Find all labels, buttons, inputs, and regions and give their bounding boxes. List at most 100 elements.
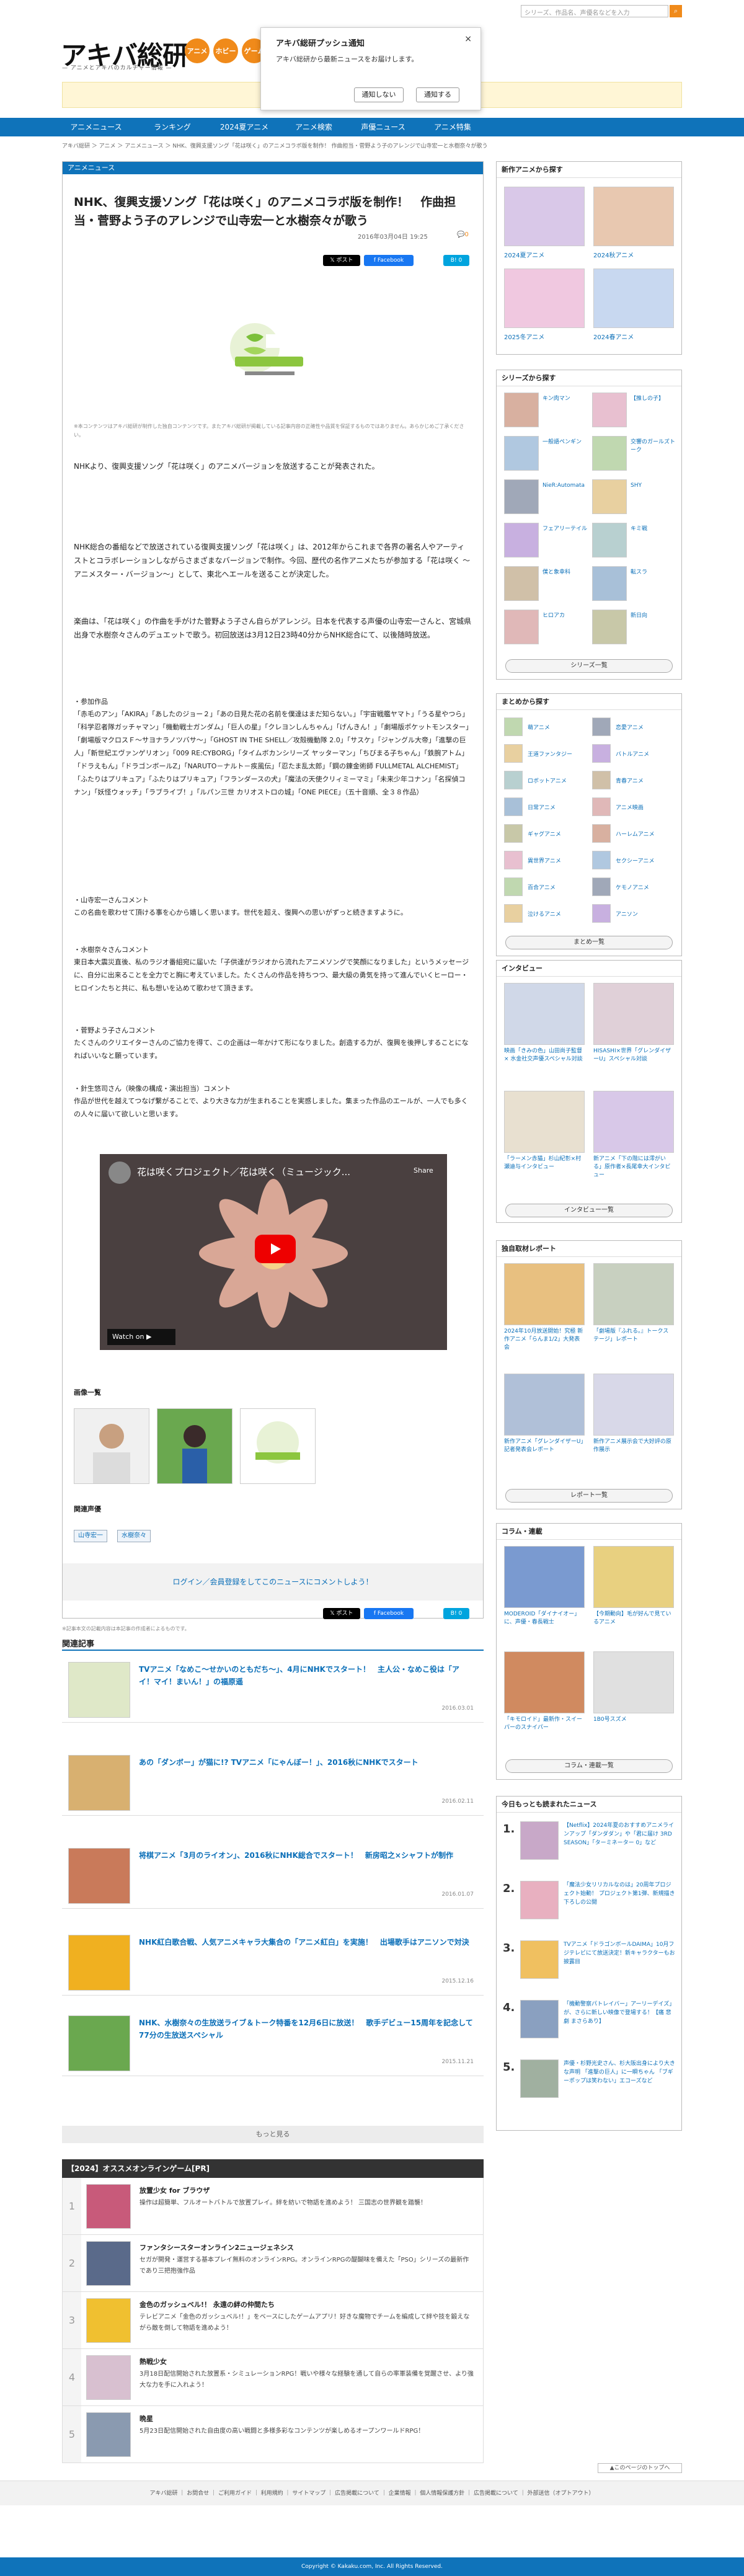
series-link[interactable]: 新日向 — [631, 612, 675, 620]
ranking-title[interactable]: 【Netflix】2024年夏のおすすめアニメラインアップ「ダンダダン」や「君に… — [564, 1821, 675, 1847]
series-link[interactable]: 転スラ — [631, 569, 675, 577]
ranking-title[interactable]: 「魔法少女リリカルなのは」20周年プロジェクト始動！ プロジェクト第1弾、新規描… — [564, 1881, 675, 1907]
post-share-button[interactable]: 𝕏 ポスト — [323, 1608, 360, 1619]
interview-thumb[interactable] — [593, 983, 674, 1045]
series-thumb[interactable] — [504, 479, 539, 514]
gallery-image[interactable] — [157, 1408, 232, 1484]
report-list-button[interactable]: レポート一覧 — [505, 1489, 673, 1503]
related-article[interactable]: TVアニメ「なめこ～せかいのともだち～」、4月にNHKでスタート！ 主人公・なめ… — [62, 1656, 484, 1723]
game-title[interactable]: 金色のガッシュベル!！ 永遠の絆の仲間たち — [140, 2299, 275, 2309]
related-title[interactable]: NHK、水樹奈々の生放送ライブ＆トーク特番を12月6日に放送！ 歌手デビュー15… — [139, 2017, 474, 2041]
video-title[interactable]: 花は咲くプロジェクト／花は咲く（ミュージック... — [137, 1165, 350, 1178]
season-link[interactable]: 2024春アニメ — [593, 332, 634, 341]
matome-link[interactable]: 百合アニメ — [528, 883, 556, 891]
season-thumb[interactable] — [504, 269, 585, 328]
play-icon[interactable] — [255, 1235, 296, 1263]
related-article[interactable]: あの「ダンボー」が猫に!? TVアニメ「にゃんぼー！」、2016秋にNHKでスタ… — [62, 1749, 484, 1816]
related-title[interactable]: NHK紅白歌合戦、人気アニメキャラ大集合の「アニメ紅白」を実施！ 出場歌手はアニ… — [139, 1936, 474, 1948]
column-thumb[interactable] — [504, 1546, 585, 1608]
column-thumb[interactable] — [504, 1651, 585, 1713]
series-link[interactable]: キン肉マン — [542, 395, 587, 403]
series-link[interactable]: SHY — [631, 482, 675, 490]
matome-link[interactable]: ロボットアニメ — [528, 776, 567, 784]
series-thumb[interactable] — [504, 393, 539, 427]
interview-link[interactable]: 「ラーメン赤猫」杉山紀彰×村瀬迪与インタビュー — [504, 1155, 585, 1171]
page-top-button[interactable]: ▲このページのトップへ — [598, 2463, 682, 2473]
search-input[interactable]: シリーズ、作品名、声優名などを入力 — [521, 5, 668, 17]
more-related-button[interactable]: もっと見る — [62, 2126, 484, 2143]
series-link[interactable]: 僕と象幸科 — [542, 569, 587, 577]
column-link[interactable]: 1B0号スズメ — [593, 1716, 674, 1724]
game-title[interactable]: 放置少女 for ブラウザ — [140, 2185, 210, 2195]
game-title[interactable]: 熱戦少女 — [140, 2356, 167, 2366]
game-item[interactable]: 5 晩星 5月23日配信開始された自由度の高い戦闘と多様多彩なコンテンツが楽しめるオ… — [62, 2406, 484, 2463]
voice-actor-tag[interactable]: 山寺宏一 — [74, 1530, 107, 1542]
series-link[interactable]: 一般語ペンギン — [542, 438, 587, 446]
game-item[interactable]: 2 ファンタシースターオンライン2ニュージェネシス セガが開発・運営する基本プレイ無… — [62, 2235, 484, 2292]
voice-actor-tag[interactable]: 水樹奈々 — [117, 1530, 151, 1542]
allow-notification-button[interactable]: 通知する — [416, 87, 459, 102]
ranking-item[interactable]: 2. 「魔法少女リリカルなのは」20周年プロジェクト始動！ プロジェクト第1弾、新… — [503, 1881, 676, 1930]
column-link[interactable]: MODEROID「ダイナイオー」に、声優・春長戦士 — [504, 1610, 585, 1627]
matome-link[interactable]: 青春アニメ — [616, 776, 644, 784]
season-link[interactable]: 2024秋アニメ — [593, 250, 634, 259]
column-link[interactable]: 「キモロイド」最新作・スイーパーのスナイパー — [504, 1716, 585, 1732]
hatena-bookmark-button[interactable]: B! 0 — [443, 1608, 469, 1619]
related-article[interactable]: NHK、水樹奈々の生放送ライブ＆トーク特番を12月6日に放送！ 歌手デビュー15… — [62, 2009, 484, 2076]
hatena-bookmark-button[interactable]: B! 0 — [443, 255, 469, 266]
nav-ranking[interactable]: ランキング — [145, 118, 200, 136]
matome-link[interactable]: ギャグアニメ — [528, 830, 561, 838]
related-article[interactable]: NHK紅白歌合戦、人気アニメキャラ大集合の「アニメ紅白」を実施！ 出場歌手はアニ… — [62, 1929, 484, 1996]
interview-link[interactable]: 映画「きみの色」山田尚子監督 × 水金社交声優スペシャル対談 — [504, 1047, 585, 1064]
series-link[interactable]: キミ戦 — [631, 525, 675, 533]
post-share-button[interactable]: 𝕏 ポスト — [323, 255, 360, 266]
related-title[interactable]: あの「ダンボー」が猫に!? TVアニメ「にゃんぼー！」、2016秋にNHKでスタ… — [139, 1756, 474, 1769]
ranking-title[interactable]: 「機動警察パトレイバー」アーリーデイズ」が、さらに新しい映像で登場する！【痛 悲… — [564, 2000, 675, 2026]
interview-thumb[interactable] — [504, 1091, 585, 1153]
matome-link[interactable]: セクシーアニメ — [616, 856, 654, 864]
series-thumb[interactable] — [504, 436, 539, 471]
season-link[interactable]: 2025冬アニメ — [504, 332, 544, 341]
matome-link[interactable]: ハーレムアニメ — [616, 830, 655, 838]
matome-link[interactable]: アニメ映画 — [616, 803, 644, 811]
interview-list-button[interactable]: インタビュー一覧 — [505, 1204, 673, 1217]
close-icon[interactable]: × — [464, 34, 472, 44]
ranking-title[interactable]: TVアニメ「ドラゴンボールDAIMA」10月フジテレビにて放送決定！新キャラクタ… — [564, 1940, 675, 1966]
series-thumb[interactable] — [504, 523, 539, 557]
deny-notification-button[interactable]: 通知しない — [354, 87, 404, 102]
footer-links[interactable]: アキバ総研 ｜ お問合せ ｜ ご利用ガイド ｜ 利用規約 ｜ サイトマップ ｜ … — [0, 2481, 744, 2505]
series-link[interactable]: 交響のガールズトーク — [631, 438, 675, 455]
related-article[interactable]: 将棋アニメ「3月のライオン」、2016秋にNHK総合でスタート！ 新房昭之×シャ… — [62, 1842, 484, 1909]
matome-link[interactable]: 泣けるアニメ — [528, 910, 561, 918]
interview-thumb[interactable] — [593, 1091, 674, 1153]
video-share-button[interactable]: Share — [414, 1166, 433, 1175]
article-thumbnail[interactable] — [223, 312, 316, 393]
series-link[interactable]: ヒロアカ — [542, 612, 587, 620]
season-thumb[interactable] — [593, 269, 674, 328]
season-thumb[interactable] — [593, 187, 674, 246]
series-thumb[interactable] — [592, 436, 627, 471]
matome-link[interactable]: 恋愛アニメ — [616, 723, 644, 731]
matome-link[interactable]: ケモノアニメ — [616, 883, 649, 891]
related-title[interactable]: 将棋アニメ「3月のライオン」、2016秋にNHK総合でスタート！ 新房昭之×シャ… — [139, 1849, 474, 1862]
report-link[interactable]: 「劇場版『ふれる。』トークステージ」レポート — [593, 1328, 674, 1344]
ranking-item[interactable]: 4. 「機動警察パトレイバー」アーリーデイズ」が、さらに新しい映像で登場する！【痛… — [503, 2000, 676, 2050]
matome-link[interactable]: アニソン — [616, 910, 638, 918]
gallery-image[interactable] — [240, 1408, 316, 1484]
facebook-share-button[interactable]: f Facebook — [364, 255, 414, 266]
matome-link[interactable]: 王道ファンタジー — [528, 750, 572, 758]
youtube-video-embed[interactable]: 花は咲くプロジェクト／花は咲く（ミュージック... Share Watch on… — [100, 1154, 447, 1350]
comment-count[interactable]: 💬0 — [457, 231, 469, 238]
matome-link[interactable]: 異世界アニメ — [528, 856, 561, 864]
watch-on-youtube-button[interactable]: Watch on ▶ YouTube — [107, 1329, 175, 1350]
series-thumb[interactable] — [592, 523, 627, 557]
game-item[interactable]: 3 金色のガッシュベル!！ 永遠の絆の仲間たち テレビアニメ「金色のガッシュベル!！… — [62, 2292, 484, 2349]
series-link[interactable]: NieR:Automata — [542, 482, 587, 490]
ranking-item[interactable]: 3. TVアニメ「ドラゴンボールDAIMA」10月フジテレビにて放送決定！新キャラ… — [503, 1940, 676, 1990]
ranking-item[interactable]: 5. 声優・杉野光史さん、杉大阪出身により大きな声明 「進撃の巨人」に一瞬ちゃん … — [503, 2059, 676, 2109]
game-title[interactable]: 晩星 — [140, 2414, 153, 2423]
interview-thumb[interactable] — [504, 983, 585, 1045]
season-thumb[interactable] — [504, 187, 585, 246]
report-thumb[interactable] — [504, 1374, 585, 1436]
facebook-share-button[interactable]: f Facebook — [364, 1608, 414, 1619]
